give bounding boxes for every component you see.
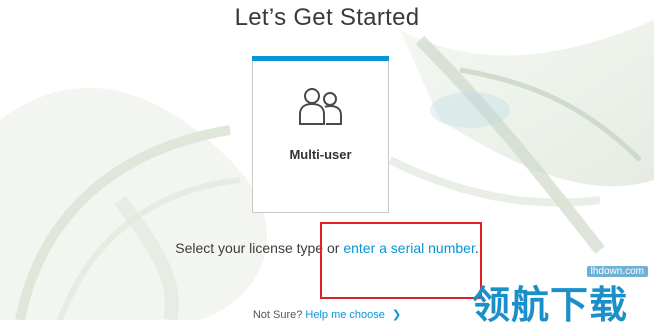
card-accent-bar [252,56,389,61]
highlight-box [320,222,482,299]
watermark: lhdown.com 领航下载 [470,256,654,327]
watermark-text: 领航下载 [472,283,629,327]
page-title: Let’s Get Started [234,4,420,31]
help-me-choose-link[interactable]: Help me choose [305,309,385,321]
chevron-right-icon: ❯ [391,309,402,321]
multi-user-card[interactable]: Multi-user [252,56,389,213]
not-sure-label: Not Sure? [252,309,303,321]
multi-user-icon [299,88,342,125]
license-prompt-text: Select your license type or [175,240,344,256]
card-label: Multi-user [289,147,352,162]
